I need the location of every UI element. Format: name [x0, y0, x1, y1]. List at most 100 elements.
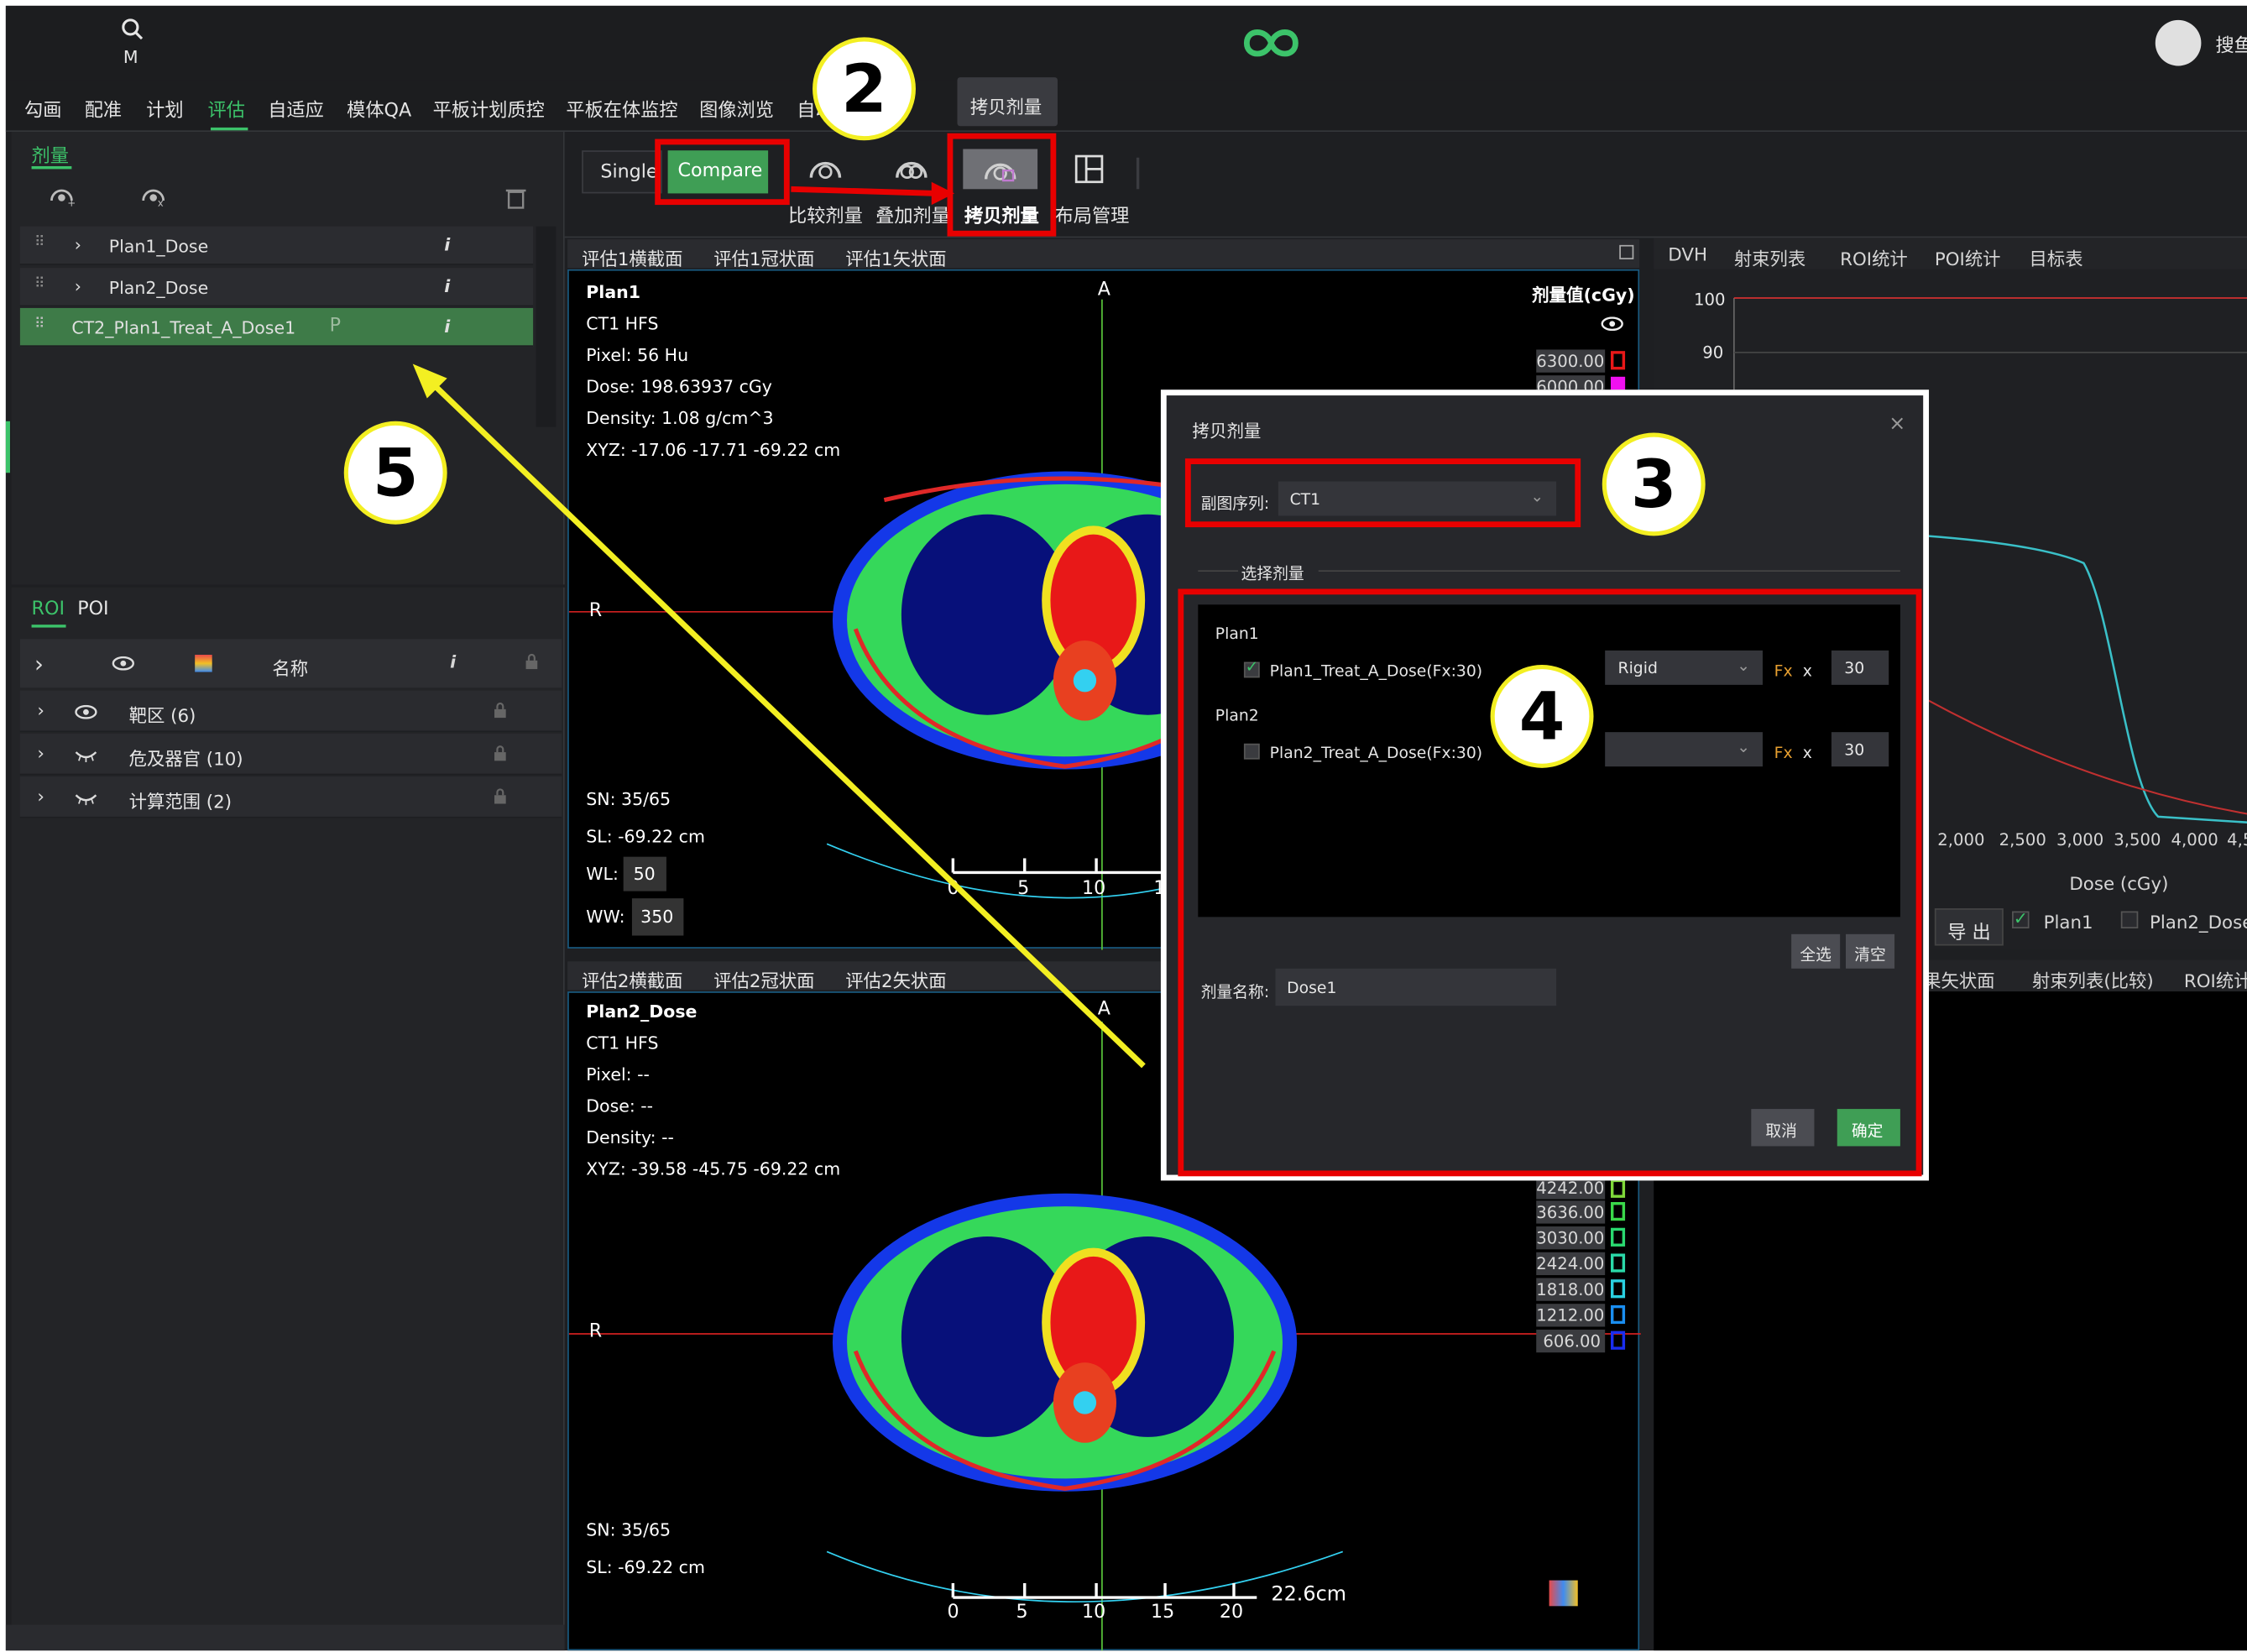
dose-calc-icon[interactable]: x: [140, 183, 169, 206]
app-badge-icon[interactable]: [1549, 1580, 1578, 1607]
lock-icon[interactable]: [525, 653, 539, 670]
export-button[interactable]: 导 出: [1934, 908, 2004, 946]
overlay-dose-label[interactable]: 叠加剂量: [875, 201, 950, 228]
dose-row-label: Plan2_Dose: [108, 278, 209, 299]
window-level-input[interactable]: 50: [623, 856, 666, 891]
plan2-checkbox[interactable]: [2120, 911, 2139, 929]
menu-contouring[interactable]: 勾画: [24, 95, 61, 122]
panel-splitter-handle[interactable]: [5, 421, 10, 473]
eye-closed-icon[interactable]: [75, 748, 97, 763]
roi-group-row[interactable]: › 靶区 (6): [19, 690, 562, 733]
tab-viewer2-coronal[interactable]: 评估2冠状面: [713, 965, 814, 992]
info-icon[interactable]: i: [444, 276, 450, 296]
menu-registration[interactable]: 配准: [85, 95, 122, 122]
dose-legend-color[interactable]: [1611, 1202, 1626, 1221]
scale-bar: [951, 858, 1171, 875]
roi-group-row[interactable]: › 危及器官 (10): [19, 733, 562, 776]
eye-closed-icon[interactable]: [75, 791, 97, 806]
dose-legend-color[interactable]: [1611, 1253, 1626, 1273]
search-icon[interactable]: [120, 17, 144, 40]
chevron-right-icon[interactable]: ›: [75, 276, 81, 296]
chevron-right-icon[interactable]: ›: [37, 785, 44, 807]
tab-viewer2-sagittal[interactable]: 评估2矢状面: [845, 965, 946, 992]
eye-icon[interactable]: [1601, 316, 1623, 332]
drag-handle-icon[interactable]: ⠿: [34, 276, 45, 292]
compare-dose-label[interactable]: 比较剂量: [788, 201, 863, 228]
chevron-right-icon[interactable]: ›: [37, 742, 44, 764]
trash-icon[interactable]: [505, 186, 526, 209]
svg-text:x: x: [158, 197, 164, 206]
scale-tick-label: 0: [947, 1602, 959, 1623]
dose-legend-value: 606.00: [1536, 1329, 1606, 1353]
close-icon[interactable]: ×: [1889, 413, 1905, 436]
chevron-right-icon[interactable]: ›: [34, 651, 44, 677]
chevron-right-icon[interactable]: ›: [75, 235, 81, 255]
tab-sagittal-result[interactable]: 果矢状面: [1923, 965, 1994, 992]
tab-roi[interactable]: ROI: [32, 599, 65, 620]
export-label: 导 出: [1947, 923, 1991, 944]
tab-dvh[interactable]: DVH: [1668, 243, 1707, 265]
tab-roi-stats[interactable]: ROI统计: [1840, 243, 1908, 270]
roi-group-row[interactable]: › 计算范围 (2): [19, 776, 562, 818]
viewer2-plan: Plan2_Dose: [586, 1001, 698, 1022]
tab-roi-stats-2[interactable]: ROI统计: [2184, 965, 2247, 992]
layout-manage-label[interactable]: 布局管理: [1055, 201, 1130, 228]
eye-icon[interactable]: [75, 704, 97, 719]
tab-beam-list-compare[interactable]: 射束列表(比较): [2032, 965, 2154, 992]
viewer2-sn: SN: 35/65: [586, 1519, 671, 1540]
menu-image-browse[interactable]: 图像浏览: [699, 95, 774, 122]
tab-poi[interactable]: POI: [77, 599, 108, 620]
lock-icon[interactable]: [493, 702, 507, 719]
tab-viewer1-axial[interactable]: 评估1横截面: [582, 243, 682, 270]
window-width-input[interactable]: 350: [631, 898, 684, 936]
info-icon[interactable]: i: [444, 316, 450, 337]
dvh-x-tick: 4,5: [2227, 829, 2247, 850]
compare-dose-icon[interactable]: [808, 152, 843, 184]
drag-handle-icon[interactable]: ⠿: [34, 316, 45, 332]
menu-adaptive[interactable]: 自适应: [268, 95, 324, 122]
scale-tick-label: 5: [1017, 878, 1030, 900]
plan1-checkbox[interactable]: ✓: [2012, 908, 2030, 929]
drag-handle-icon[interactable]: ⠿: [34, 235, 45, 251]
dose-legend-color[interactable]: [1611, 1330, 1626, 1350]
dose-legend-color[interactable]: [1611, 351, 1626, 370]
tab-viewer2-axial[interactable]: 评估2横截面: [582, 965, 682, 992]
menu-evaluation[interactable]: 评估: [208, 95, 245, 122]
chevron-right-icon[interactable]: ›: [37, 699, 44, 721]
dose-panel-title: 剂量: [31, 146, 69, 168]
orient-anterior: A: [1097, 279, 1110, 301]
dose-row-selected[interactable]: ⠿ CT2_Plan1_Treat_A_Dose1 P i: [19, 307, 534, 348]
menu-plan[interactable]: 计划: [146, 95, 183, 122]
tab-target-table[interactable]: 目标表: [2030, 243, 2083, 270]
viewer1-sl: SL: -69.22 cm: [586, 826, 705, 847]
dose-list-scrollbar[interactable]: [536, 226, 557, 427]
tab-viewer1-coronal[interactable]: 评估1冠状面: [713, 243, 814, 270]
overlay-dose-icon[interactable]: [894, 152, 928, 184]
dose-row[interactable]: ⠿ › Plan2_Dose i: [19, 268, 534, 307]
maximize-icon[interactable]: [1619, 244, 1634, 259]
plan2-legend: Plan2_Dose: [2149, 911, 2247, 933]
left-scrollbar[interactable]: [5, 1624, 565, 1651]
info-icon[interactable]: i: [444, 235, 450, 255]
layout-icon[interactable]: [1074, 154, 1104, 184]
add-dose-icon[interactable]: +: [49, 183, 77, 206]
user-name[interactable]: 搜鱼: [2215, 30, 2247, 58]
tab-poi-stats[interactable]: POI统计: [1935, 243, 2001, 270]
eye-icon[interactable]: [112, 656, 134, 671]
dose-legend-color[interactable]: [1611, 1304, 1626, 1325]
dose-legend-color[interactable]: [1611, 1179, 1626, 1198]
dose-legend-value: 6300.00: [1536, 349, 1606, 373]
tab-viewer1-sagittal[interactable]: 评估1矢状面: [845, 243, 946, 270]
lock-icon[interactable]: [493, 788, 507, 805]
lock-icon[interactable]: [493, 745, 507, 762]
dose-legend-color[interactable]: [1611, 1279, 1626, 1299]
viewer1-sn: SN: 35/65: [586, 789, 671, 810]
menu-panel-plan-qc[interactable]: 平板计划质控: [433, 95, 545, 122]
dose-row[interactable]: ⠿ › Plan1_Dose i: [19, 226, 534, 265]
tab-beam-list[interactable]: 射束列表: [1734, 243, 1805, 270]
dose-legend-color[interactable]: [1611, 1227, 1626, 1247]
avatar[interactable]: [2155, 19, 2202, 66]
single-button[interactable]: Single: [582, 150, 662, 194]
menu-panel-invivo[interactable]: 平板在体监控: [566, 95, 677, 122]
menu-phantom-qa[interactable]: 模体QA: [347, 95, 411, 122]
